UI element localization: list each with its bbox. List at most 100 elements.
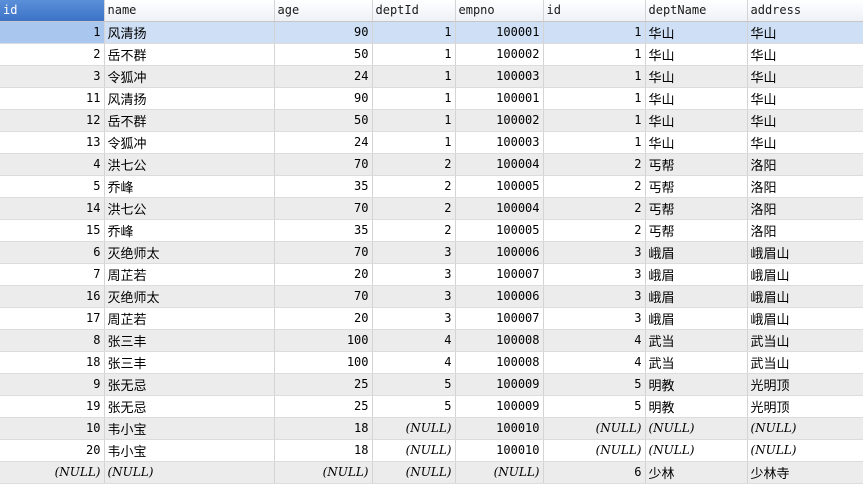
table-cell[interactable]: 张无忌: [104, 395, 275, 418]
table-cell[interactable]: (NULL): [274, 461, 373, 484]
table-row[interactable]: 13 令狐冲 24 1 100003 1 华山 华山: [0, 131, 863, 154]
table-cell[interactable]: 少林: [645, 461, 748, 484]
table-row[interactable]: 4 洪七公 70 2 100004 2 丐帮 洛阳: [0, 153, 863, 176]
table-cell[interactable]: 华山: [747, 131, 863, 154]
table-cell[interactable]: 24: [274, 65, 373, 88]
table-cell[interactable]: 20: [274, 307, 373, 330]
table-cell[interactable]: 峨眉: [645, 263, 748, 286]
table-cell[interactable]: 15: [0, 219, 105, 242]
table-cell[interactable]: 2: [543, 153, 646, 176]
table-cell[interactable]: 18: [274, 417, 373, 440]
table-cell[interactable]: 华山: [645, 21, 748, 44]
table-cell[interactable]: 1: [372, 109, 456, 132]
table-cell[interactable]: 4: [543, 351, 646, 374]
table-row[interactable]: 1 风清扬 90 1 100001 1 华山 华山: [0, 21, 863, 44]
table-cell[interactable]: 2: [543, 197, 646, 220]
table-cell[interactable]: 3: [543, 307, 646, 330]
table-cell[interactable]: 100005: [455, 175, 544, 198]
table-cell[interactable]: 华山: [645, 109, 748, 132]
table-cell[interactable]: 25: [274, 395, 373, 418]
column-header-name[interactable]: name: [104, 0, 275, 22]
table-cell[interactable]: 1: [543, 109, 646, 132]
table-cell[interactable]: 19: [0, 395, 105, 418]
table-row[interactable]: 10 韦小宝 18 (NULL) 100010 (NULL) (NULL) (NULL): [0, 417, 863, 440]
table-cell[interactable]: 2: [372, 175, 456, 198]
table-cell[interactable]: 13: [0, 131, 105, 154]
table-cell[interactable]: 明教: [645, 373, 748, 396]
table-cell[interactable]: 峨眉: [645, 241, 748, 264]
table-cell[interactable]: 18: [0, 351, 105, 374]
table-row[interactable]: 20 韦小宝 18 (NULL) 100010 (NULL) (NULL) (NULL): [0, 439, 863, 462]
table-cell[interactable]: 灭绝师太: [104, 241, 275, 264]
table-cell[interactable]: 华山: [747, 21, 863, 44]
table-cell[interactable]: 8: [0, 329, 105, 352]
table-cell[interactable]: 华山: [747, 87, 863, 110]
table-cell[interactable]: 100005: [455, 219, 544, 242]
table-row[interactable]: 5 乔峰 35 2 100005 2 丐帮 洛阳: [0, 175, 863, 198]
table-cell[interactable]: 4: [372, 329, 456, 352]
table-cell[interactable]: 70: [274, 197, 373, 220]
table-cell[interactable]: 90: [274, 87, 373, 110]
table-cell[interactable]: 令狐冲: [104, 65, 275, 88]
table-cell[interactable]: 50: [274, 109, 373, 132]
table-cell[interactable]: 华山: [747, 65, 863, 88]
table-cell[interactable]: 14: [0, 197, 105, 220]
table-cell[interactable]: 峨眉: [645, 285, 748, 308]
table-cell[interactable]: 1: [543, 87, 646, 110]
table-cell[interactable]: 张三丰: [104, 351, 275, 374]
table-cell[interactable]: 明教: [645, 395, 748, 418]
table-cell[interactable]: 5: [0, 175, 105, 198]
table-cell[interactable]: 张无忌: [104, 373, 275, 396]
table-cell[interactable]: 令狐冲: [104, 131, 275, 154]
table-row[interactable]: 8 张三丰 100 4 100008 4 武当 武当山: [0, 329, 863, 352]
table-row[interactable]: (NULL) (NULL) (NULL) (NULL) (NULL) 6 少林 少林寺: [0, 461, 863, 484]
table-cell[interactable]: 5: [543, 395, 646, 418]
table-cell[interactable]: 1: [372, 43, 456, 66]
table-cell[interactable]: 3: [543, 285, 646, 308]
table-cell[interactable]: 16: [0, 285, 105, 308]
table-cell[interactable]: 1: [543, 21, 646, 44]
table-cell[interactable]: 50: [274, 43, 373, 66]
table-cell[interactable]: 100004: [455, 197, 544, 220]
table-cell[interactable]: (NULL): [543, 417, 646, 440]
table-cell[interactable]: 峨眉: [645, 307, 748, 330]
table-cell[interactable]: 洪七公: [104, 153, 275, 176]
table-cell[interactable]: 武当: [645, 329, 748, 352]
table-cell[interactable]: 100003: [455, 65, 544, 88]
table-cell[interactable]: 100002: [455, 43, 544, 66]
table-cell[interactable]: (NULL): [747, 439, 863, 462]
table-cell[interactable]: 丐帮: [645, 153, 748, 176]
table-cell[interactable]: 洛阳: [747, 219, 863, 242]
table-cell[interactable]: 1: [372, 65, 456, 88]
table-cell[interactable]: 70: [274, 241, 373, 264]
table-cell[interactable]: 100008: [455, 351, 544, 374]
table-cell[interactable]: 1: [0, 21, 105, 44]
table-cell[interactable]: 武当山: [747, 351, 863, 374]
table-cell[interactable]: 华山: [645, 87, 748, 110]
table-cell[interactable]: 100006: [455, 285, 544, 308]
table-cell[interactable]: 华山: [645, 43, 748, 66]
column-header-deptid[interactable]: deptId: [372, 0, 456, 22]
table-row[interactable]: 12 岳不群 50 1 100002 1 华山 华山: [0, 109, 863, 132]
table-cell[interactable]: 3: [372, 285, 456, 308]
table-cell[interactable]: 乔峰: [104, 175, 275, 198]
table-cell[interactable]: 100002: [455, 109, 544, 132]
table-cell[interactable]: 2: [543, 219, 646, 242]
table-cell[interactable]: 峨眉山: [747, 285, 863, 308]
table-cell[interactable]: 华山: [747, 109, 863, 132]
table-cell[interactable]: 9: [0, 373, 105, 396]
table-cell[interactable]: 100: [274, 351, 373, 374]
table-cell[interactable]: 6: [0, 241, 105, 264]
table-cell[interactable]: (NULL): [372, 417, 456, 440]
table-cell[interactable]: 4: [372, 351, 456, 374]
table-cell[interactable]: (NULL): [543, 439, 646, 462]
table-cell[interactable]: 2: [372, 219, 456, 242]
table-cell[interactable]: (NULL): [372, 461, 456, 484]
table-cell[interactable]: 4: [0, 153, 105, 176]
table-cell[interactable]: 3: [543, 263, 646, 286]
table-cell[interactable]: 3: [372, 307, 456, 330]
table-row[interactable]: 9 张无忌 25 5 100009 5 明教 光明顶: [0, 373, 863, 396]
table-cell[interactable]: 1: [372, 21, 456, 44]
column-header-deptname[interactable]: deptName: [645, 0, 748, 22]
table-cell[interactable]: 18: [274, 439, 373, 462]
